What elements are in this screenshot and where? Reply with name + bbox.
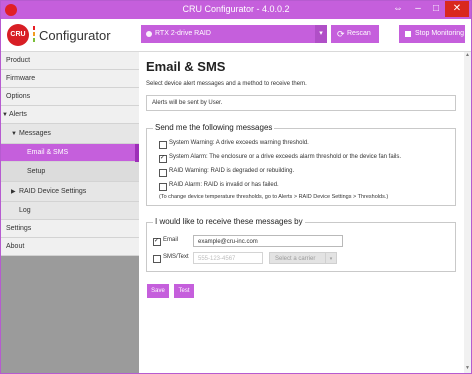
raid-warning-checkbox[interactable] [159, 169, 167, 177]
email-checkbox[interactable] [153, 237, 161, 246]
logo-dots-icon [33, 26, 35, 44]
app-name: Configurator [39, 28, 111, 43]
sidebar-item-label: Product [6, 57, 31, 64]
restore-icon[interactable]: ⇔ [389, 1, 407, 17]
email-field[interactable]: example@cru-inc.com [193, 235, 343, 247]
stop-icon [405, 31, 411, 37]
system-warning-label: System Warning: A drive exceeds warning … [169, 140, 309, 146]
sidebar-item-label: Settings [6, 225, 32, 232]
sidebar-item-email-sms[interactable]: Email & SMS [1, 144, 139, 162]
sms-checkbox[interactable] [153, 255, 161, 263]
main-content: Email & SMS Select device alert messages… [139, 52, 471, 373]
drive-select[interactable]: RTX 2-drive RAID ▾ [141, 25, 327, 43]
close-button[interactable]: ✕ [445, 1, 469, 17]
messages-group: Send me the following messages System Wa… [146, 123, 456, 206]
rescan-button[interactable]: ⟳ Rescan [331, 25, 379, 43]
receive-group-title: I would like to receive these messages b… [153, 217, 305, 226]
chevron-down-icon[interactable]: ▾ [315, 25, 327, 43]
info-box: Alerts will be sent by User. [146, 95, 456, 111]
threshold-note: (To change device temperature thresholds… [159, 194, 389, 200]
carrier-select[interactable]: Select a carrier ▾ [269, 252, 337, 264]
sidebar: Product Firmware Options ▼ Alerts ▼ Mess… [1, 52, 139, 373]
drive-status-icon [146, 31, 152, 37]
sidebar-item-label: Firmware [6, 75, 36, 82]
system-warning-checkbox[interactable] [159, 141, 167, 149]
sidebar-item-label: About [6, 243, 25, 250]
scroll-down-icon[interactable]: ▼ [464, 365, 471, 373]
page-subtitle: Select device alert messages and a metho… [146, 81, 307, 87]
sidebar-item-label: Setup [27, 168, 46, 175]
page-title: Email & SMS [146, 59, 226, 74]
sidebar-item-label: Messages [19, 130, 51, 137]
app-window: CRU Configurator - 4.0.0.2 ⇔ – □ ✕ CRU C… [0, 0, 472, 374]
stop-monitoring-button[interactable]: Stop Monitoring [399, 25, 465, 43]
receive-group: I would like to receive these messages b… [146, 217, 456, 272]
phone-field[interactable]: 555-123-4567 [193, 252, 263, 264]
sidebar-item-settings[interactable]: Settings [1, 220, 139, 238]
sidebar-item-firmware[interactable]: Firmware [1, 70, 139, 88]
scroll-up-icon[interactable]: ▲ [464, 52, 471, 60]
sidebar-item-label: Email & SMS [27, 149, 69, 156]
expand-down-icon: ▼ [11, 131, 17, 137]
sidebar-item-label: Alerts [9, 111, 27, 118]
expand-right-icon: ▶ [11, 189, 16, 195]
sidebar-item-setup[interactable]: Setup [1, 162, 139, 182]
raid-alarm-checkbox[interactable] [159, 183, 167, 191]
sidebar-item-label: Options [6, 93, 31, 100]
expand-down-icon: ▼ [2, 112, 8, 118]
test-button[interactable]: Test [174, 284, 194, 298]
rescan-label: Rescan [347, 30, 371, 37]
app-header: CRU Configurator RTX 2-drive RAID ▾ ⟳ Re… [1, 19, 471, 52]
info-text: Alerts will be sent by User. [152, 100, 223, 106]
sidebar-item-alerts[interactable]: ▼ Alerts [1, 106, 139, 124]
refresh-icon: ⟳ [337, 29, 345, 39]
maximize-button[interactable]: □ [427, 1, 445, 17]
sidebar-item-raid-device-settings[interactable]: ▶ RAID Device Settings [1, 182, 139, 202]
email-label: Email [163, 237, 179, 243]
drive-select-value: RTX 2-drive RAID [155, 30, 211, 37]
scrollbar[interactable]: ▲ ▼ [464, 52, 471, 373]
save-button[interactable]: Save [147, 284, 169, 298]
sidebar-item-product[interactable]: Product [1, 52, 139, 70]
raid-warning-label: RAID Warning: RAID is degraded or rebuil… [169, 168, 295, 174]
cru-logo: CRU [7, 24, 29, 46]
carrier-placeholder: Select a carrier [275, 256, 316, 262]
sidebar-item-messages[interactable]: ▼ Messages [1, 124, 139, 144]
system-alarm-label: System Alarm: The enclosure or a drive e… [169, 154, 401, 160]
sidebar-item-options[interactable]: Options [1, 88, 139, 106]
raid-alarm-label: RAID Alarm: RAID is invalid or has faile… [169, 182, 279, 188]
sidebar-item-about[interactable]: About [1, 238, 139, 256]
system-alarm-checkbox[interactable] [159, 154, 167, 163]
title-bar[interactable]: CRU Configurator - 4.0.0.2 ⇔ – □ ✕ [1, 1, 471, 19]
messages-group-title: Send me the following messages [153, 123, 275, 132]
sidebar-item-label: Log [19, 207, 31, 214]
chevron-down-icon: ▾ [325, 253, 336, 263]
minimize-button[interactable]: – [409, 1, 427, 17]
sidebar-item-label: RAID Device Settings [19, 188, 87, 195]
sidebar-item-log[interactable]: Log [1, 202, 139, 220]
sms-label: SMS/Text [163, 254, 189, 260]
stop-monitoring-label: Stop Monitoring [415, 30, 465, 37]
